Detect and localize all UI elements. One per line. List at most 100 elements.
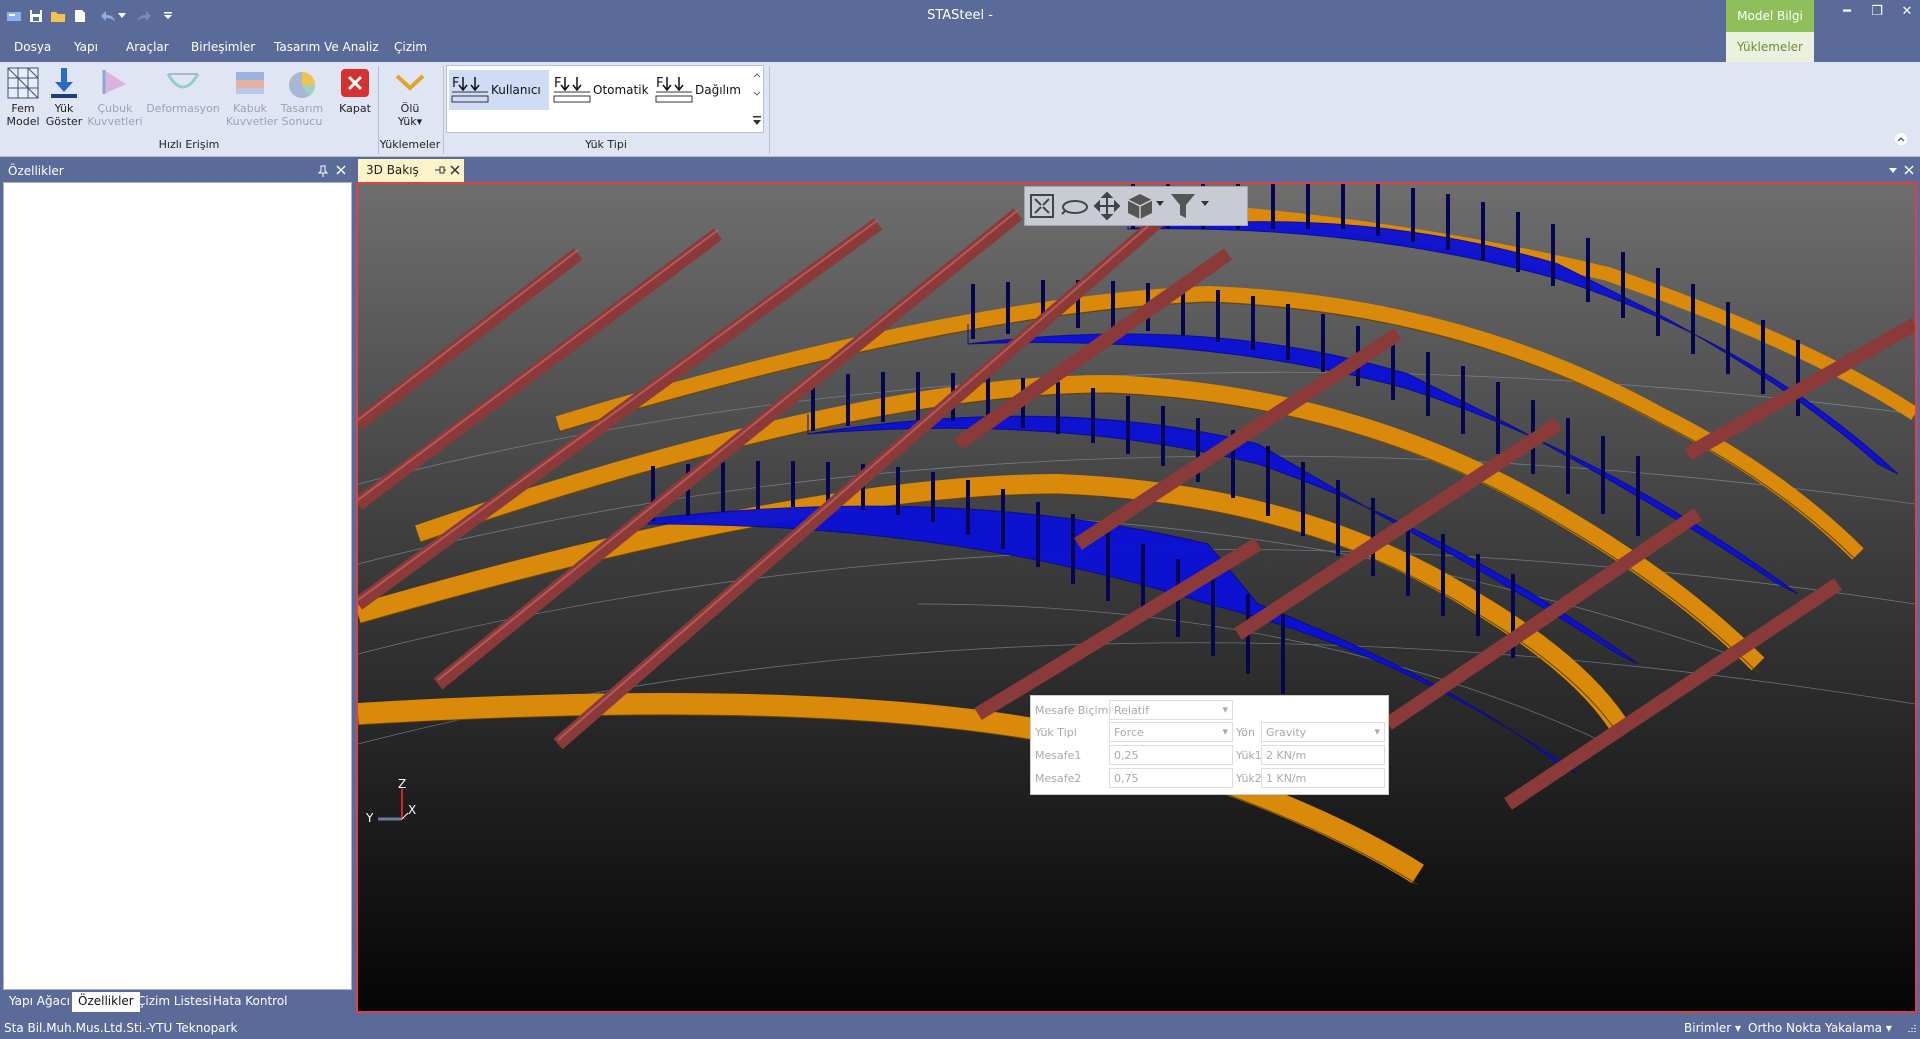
document-tab-bar: 3D Bakış xyxy=(355,159,1920,182)
menu-bar: Dosya Yapı Araçlar Birleşimler Tasarım V… xyxy=(0,32,1920,62)
show-load-button[interactable]: Yük Göster xyxy=(45,66,83,128)
group-label-loads: Yüklemeler xyxy=(379,138,441,151)
close-icon[interactable] xyxy=(1904,165,1914,175)
axis-y-label: Y xyxy=(365,811,374,825)
tab-error-check[interactable]: Hata Kontrol xyxy=(207,992,294,1012)
properties-panel xyxy=(3,182,352,990)
axis-x-label: X xyxy=(408,803,416,817)
fem-model-button[interactable]: Fem Model xyxy=(4,66,42,128)
direction-select[interactable]: Gravity ▾ xyxy=(1261,722,1385,742)
svg-text:F: F xyxy=(656,76,663,91)
structure-3d-render: Z Y X xyxy=(358,184,1915,1011)
group-label-quick-access: Hızlı Erişim xyxy=(158,138,220,151)
orbit-icon[interactable] xyxy=(1061,193,1089,219)
force-load-icon: F xyxy=(655,76,693,103)
member-forces-button[interactable]: Çubuk Kuvvetleri xyxy=(86,66,144,128)
download-arrow-icon xyxy=(51,68,77,98)
load2-label: Yük2 xyxy=(1236,772,1262,785)
3d-viewport[interactable]: Z Y X xyxy=(356,182,1917,1013)
properties-panel-header: Özellikler xyxy=(0,159,355,182)
menu-dosya[interactable]: Dosya xyxy=(14,40,51,54)
close-analysis-button[interactable]: Kapat xyxy=(334,66,376,115)
gallery-scroll-icon[interactable] xyxy=(753,72,761,132)
load-type-label: Yük Tipi xyxy=(1035,726,1077,739)
distance-format-select[interactable]: Relatif ▾ xyxy=(1109,700,1233,720)
load-type-gallery: F Kullanıcı F Otomatik F Dağılım xyxy=(446,65,764,133)
load-type-auto[interactable]: F Otomatik xyxy=(551,70,651,110)
filter-icon[interactable] xyxy=(1169,191,1197,221)
chevron-down-icon: ▾ xyxy=(1885,1021,1892,1035)
chevron-down-icon: ▾ xyxy=(1222,703,1228,716)
status-bar: Sta Bil.Muh.Mus.Ltd.Sti.-YTU Teknopark B… xyxy=(0,1016,1920,1039)
chevron-down-icon[interactable] xyxy=(1201,201,1209,207)
pie-chart-icon xyxy=(289,72,316,98)
ribbon: Fem Model Yük Göster Çubuk Kuvvetleri De… xyxy=(0,62,1920,157)
distance1-input[interactable]: 0,25 xyxy=(1109,745,1233,765)
tab-properties[interactable]: Özellikler xyxy=(72,992,140,1012)
collapse-ribbon-icon[interactable] xyxy=(1894,132,1908,146)
ortho-toggle[interactable]: Ortho xyxy=(1748,1021,1782,1035)
deformation-button[interactable]: Deformasyon xyxy=(145,66,221,115)
chevron-down-icon[interactable] xyxy=(1156,201,1164,207)
close-button[interactable]: ✕ xyxy=(1892,4,1920,24)
load-type-select[interactable]: Force ▾ xyxy=(1109,722,1233,742)
menu-tasarim-ve-analiz[interactable]: Tasarım Ve Analiz xyxy=(274,40,379,54)
load-type-user[interactable]: F Kullanıcı xyxy=(449,70,549,110)
3d-view-toolbar xyxy=(1024,186,1248,226)
distance1-label: Mesafe1 xyxy=(1035,749,1082,762)
title-bar: STASteel - Model Bilgi ━ ❐ ✕ xyxy=(0,0,1920,32)
load-type-distribution[interactable]: F Dağılım xyxy=(653,70,749,110)
resize-grip-icon[interactable] xyxy=(1904,1022,1916,1034)
force-load-icon: F xyxy=(553,76,591,103)
distance2-label: Mesafe2 xyxy=(1035,772,1082,785)
mesh-icon xyxy=(7,67,39,99)
deformation-icon xyxy=(166,73,200,89)
distance2-input[interactable]: 0,75 xyxy=(1109,768,1233,788)
tab-structure-tree[interactable]: Yapı Ağacı xyxy=(3,992,76,1012)
direction-label: Yön xyxy=(1236,726,1255,739)
tab-3d-view[interactable]: 3D Bakış xyxy=(358,159,464,182)
chevron-down-icon[interactable] xyxy=(1888,167,1898,175)
context-tab-loads[interactable]: Yüklemeler xyxy=(1726,32,1814,62)
ribbon-separator xyxy=(769,66,770,154)
force-load-icon: F xyxy=(451,76,489,103)
menu-birlesimler[interactable]: Birleşimler xyxy=(191,40,255,54)
design-result-button[interactable]: Tasarım Sonucu xyxy=(278,66,326,128)
chevron-down-icon xyxy=(395,74,425,91)
load1-input[interactable]: 2 KN/m xyxy=(1261,745,1385,765)
view-cube-icon[interactable] xyxy=(1125,191,1155,221)
shell-forces-icon xyxy=(236,72,264,94)
zoom-extents-icon[interactable] xyxy=(1029,193,1055,219)
svg-text:F: F xyxy=(554,76,561,91)
load2-input[interactable]: 1 KN/m xyxy=(1261,768,1385,788)
pin-icon[interactable] xyxy=(318,165,328,177)
close-icon[interactable] xyxy=(336,165,346,175)
chevron-down-icon: ▾ xyxy=(1222,725,1228,738)
menu-cizim[interactable]: Çizim xyxy=(394,40,427,54)
load-properties-popup: Mesafe Biçimi Relatif ▾ Yük Tipi Force ▾ Y… xyxy=(1030,695,1389,795)
snap-menu[interactable]: Nokta Yakalama ▾ xyxy=(1786,1021,1892,1035)
company-label: Sta Bil.Muh.Mus.Ltd.Sti.-YTU Teknopark xyxy=(4,1021,238,1035)
tab-drawing-list[interactable]: Çizim Listesi xyxy=(131,992,218,1012)
units-menu[interactable]: Birimler ▾ xyxy=(1684,1021,1741,1035)
dead-load-button[interactable]: Ölü Yük▾ xyxy=(388,66,432,128)
group-label-load-type: Yük Tipi xyxy=(585,138,627,151)
pin-icon[interactable] xyxy=(434,165,446,175)
panel-title: Özellikler xyxy=(8,164,64,178)
app-title: STASteel - xyxy=(927,8,993,23)
close-icon[interactable] xyxy=(450,165,460,175)
menu-yapi[interactable]: Yapı xyxy=(74,40,98,54)
shell-forces-button[interactable]: Kabuk Kuvvetler xyxy=(226,66,278,128)
restore-button[interactable]: ❐ xyxy=(1862,4,1892,24)
member-forces-icon xyxy=(102,70,126,94)
minimize-button[interactable]: ━ xyxy=(1832,4,1862,24)
load1-label: Yük1 xyxy=(1236,749,1262,762)
context-tab-model-info[interactable]: Model Bilgi xyxy=(1726,0,1814,32)
chevron-down-icon: ▾ xyxy=(1374,725,1380,738)
red-x-icon xyxy=(341,69,369,97)
menu-araclar[interactable]: Araçlar xyxy=(126,40,169,54)
pan-move-icon[interactable] xyxy=(1093,191,1121,221)
svg-text:F: F xyxy=(452,76,459,91)
distance-format-label: Mesafe Biçimi xyxy=(1035,704,1112,717)
axis-z-label: Z xyxy=(398,777,406,791)
